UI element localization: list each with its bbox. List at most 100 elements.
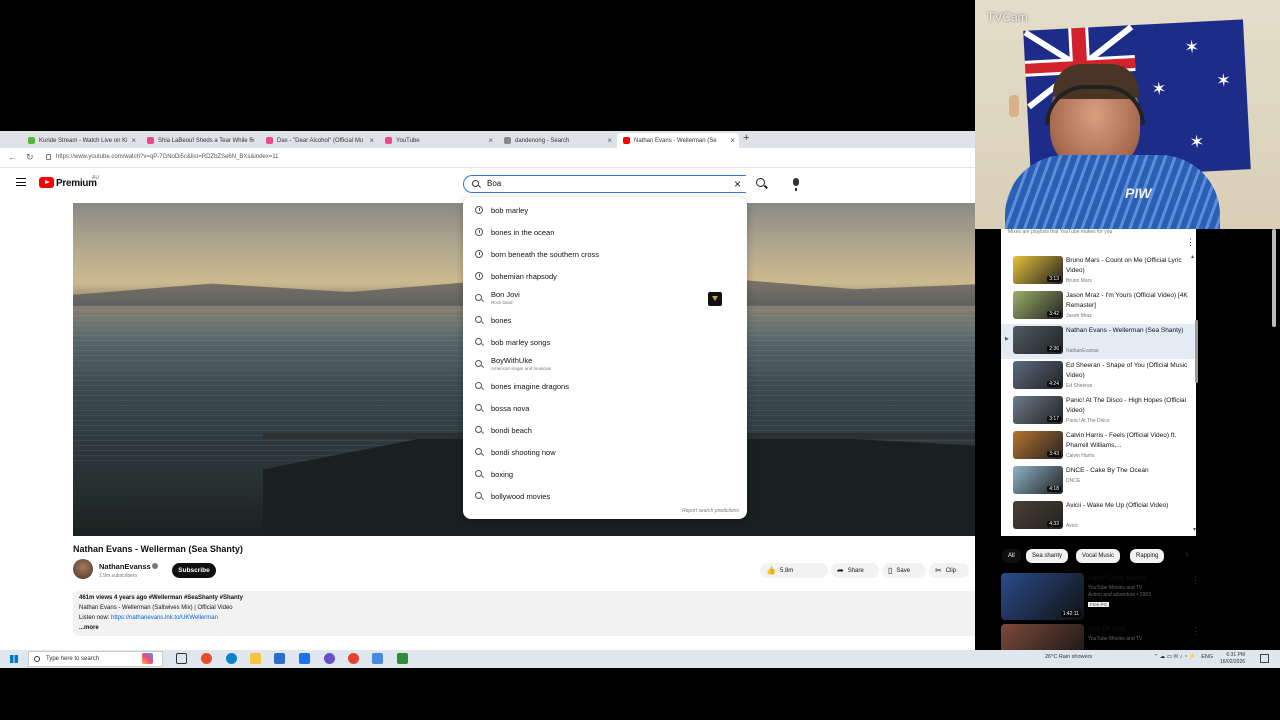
video-description[interactable]: 461m views 4 years ago #Wellerman #SeaSh… xyxy=(73,591,975,636)
listen-link[interactable]: https://nathanevans.lnk.to/UKWellerman xyxy=(111,615,218,621)
notifications-icon[interactable] xyxy=(1260,654,1269,663)
suggestion-item[interactable]: BoyWithUke American singer and musician xyxy=(463,354,747,374)
search-input[interactable]: Boa × xyxy=(463,175,746,193)
suggestion-item[interactable]: bollywood movies xyxy=(463,486,747,506)
playlist-scrollbar[interactable] xyxy=(1195,320,1198,383)
suggestion-item[interactable]: bondi shooting now xyxy=(463,442,747,462)
close-tab-icon[interactable]: × xyxy=(488,136,493,145)
playlist-item-title[interactable]: Jason Mraz - I'm Yours (Official Video) … xyxy=(1066,291,1191,311)
suggestion-item[interactable]: Bon Jovi Rock band xyxy=(463,288,747,308)
tab-youtube[interactable]: YouTube × xyxy=(379,133,497,148)
chip-sea-shanty[interactable]: Sea shanty xyxy=(1026,549,1069,563)
clock[interactable]: 6:31 PM 16/02/2026 xyxy=(1220,652,1245,666)
suggestion-item[interactable]: boxing xyxy=(463,464,747,484)
subscribe-button[interactable]: Subscribe xyxy=(172,563,216,578)
playlist-thumbnail[interactable]: 3:13 xyxy=(1013,256,1063,284)
youtube-premium-logo[interactable]: Premium xyxy=(56,178,97,189)
chip-rapping[interactable]: Rapping xyxy=(1130,549,1165,563)
tab-shia[interactable]: Shia LaBeouf Sheds a Tear While F × xyxy=(141,133,259,148)
more-options-icon[interactable]: ⋮ xyxy=(1191,575,1200,586)
windows-start-icon[interactable] xyxy=(10,655,18,663)
playlist-thumbnail[interactable]: 2:36 xyxy=(1013,326,1063,354)
playlist-thumbnail[interactable]: 4:33 xyxy=(1013,501,1063,529)
suggestion-item[interactable]: bones imagine dragons xyxy=(463,376,747,396)
clip-button[interactable]: ✂ Clip xyxy=(929,563,969,578)
playlist-item[interactable]: 4:33 Avicii - Wake Me Up (Official Video)… xyxy=(1001,499,1196,534)
playlist-thumbnail[interactable]: 3:43 xyxy=(1013,431,1063,459)
playlist-item-title[interactable]: Avicii - Wake Me Up (Official Video) xyxy=(1066,501,1191,511)
movie-title[interactable]: Agent Cody Banks xyxy=(1088,575,1146,582)
search-input-value[interactable]: Boa xyxy=(487,179,501,188)
outlook-icon[interactable] xyxy=(299,653,310,664)
share-button[interactable]: ➦ Share xyxy=(831,563,879,578)
lock-icon[interactable] xyxy=(46,154,51,160)
playlist-item-title[interactable]: Panic! At The Disco - High Hopes (Offici… xyxy=(1066,396,1191,416)
suggestion-item[interactable]: bob marley songs xyxy=(463,332,747,352)
tab-wellerman[interactable]: Nathan Evans - Wellerman (Se × xyxy=(617,133,739,148)
tab-dax[interactable]: Dax - "Dear Alcohol" (Official Mu × xyxy=(260,133,378,148)
store-icon[interactable] xyxy=(274,653,285,664)
playlist-thumbnail[interactable]: 3:42 xyxy=(1013,291,1063,319)
channel-avatar[interactable] xyxy=(73,559,93,579)
file-explorer-icon[interactable] xyxy=(250,653,261,664)
tray-icons[interactable]: ⌃ ☁ ▭ ✉ ♪ ◔ ⚡ xyxy=(1154,654,1196,660)
playlist-item[interactable]: 4:24 Ed Sheeran - Shape of You (Official … xyxy=(1001,359,1196,394)
tab-dandenong-search[interactable]: dandenong - Search × xyxy=(498,133,616,148)
language-indicator[interactable]: ENG xyxy=(1201,654,1213,660)
suggestion-item[interactable]: bossa nova xyxy=(463,398,747,418)
playlist-item-title[interactable]: DNCE - Cake By The Ocean xyxy=(1066,466,1191,476)
suggestion-item[interactable]: born beneath the southern cross xyxy=(463,244,747,264)
chevron-right-icon[interactable]: › xyxy=(1185,549,1188,560)
close-tab-icon[interactable]: × xyxy=(607,136,612,145)
menu-icon[interactable] xyxy=(16,178,26,186)
copilot-icon[interactable] xyxy=(142,653,153,664)
chrome-app-icon[interactable] xyxy=(201,653,212,664)
playlist-item[interactable]: 3:43 Calvin Harris - Feels (Official Vide… xyxy=(1001,429,1196,464)
movie-thumbnail[interactable] xyxy=(1001,624,1084,650)
playlist-item[interactable]: 3:13 Bruno Mars - Count on Me (Official L… xyxy=(1001,254,1196,289)
playlist-thumbnail[interactable]: 3:17 xyxy=(1013,396,1063,424)
close-tab-icon[interactable]: × xyxy=(250,136,255,145)
clear-search-icon[interactable]: × xyxy=(734,177,741,191)
scroll-down-icon[interactable]: ▾ xyxy=(1193,526,1196,533)
playlist-thumbnail[interactable]: 4:18 xyxy=(1013,466,1063,494)
suggestion-item[interactable]: bones in the ocean xyxy=(463,222,747,242)
playlist-item-title[interactable]: Bruno Mars - Count on Me (Official Lyric… xyxy=(1066,256,1191,276)
report-predictions-link[interactable]: Report search predictions xyxy=(682,508,739,514)
task-view-icon[interactable] xyxy=(176,653,187,664)
save-button[interactable]: ▯ Save xyxy=(882,563,926,578)
movie-item[interactable]: Son Of God YouTube Movies and TV ⋮ xyxy=(1001,624,1201,650)
suggestion-item[interactable]: bondi beach xyxy=(463,420,747,440)
url-field[interactable]: https://www.youtube.com/watch?v=qP-7GNoD… xyxy=(56,154,279,160)
reload-icon[interactable]: ↻ xyxy=(26,152,34,163)
movie-thumbnail[interactable]: 1:42:11 xyxy=(1001,573,1084,620)
close-tab-icon[interactable]: × xyxy=(369,136,374,145)
search-button[interactable] xyxy=(753,175,771,193)
more-options-icon[interactable]: ⋮ xyxy=(1191,626,1200,637)
playlist-item[interactable]: 4:18 DNCE - Cake By The Ocean DNCE xyxy=(1001,464,1196,499)
youtube-logo-icon[interactable] xyxy=(39,177,54,188)
suggestion-item[interactable]: bohemian rhapsody xyxy=(463,266,747,286)
obs-icon[interactable] xyxy=(397,653,408,664)
app-icon[interactable] xyxy=(372,653,383,664)
app-icon[interactable] xyxy=(324,653,335,664)
back-icon[interactable]: ← xyxy=(8,152,17,162)
page-scrollbar[interactable] xyxy=(1272,229,1276,327)
weather-text[interactable]: 26°C Rain showers xyxy=(1045,654,1092,660)
more-options-icon[interactable]: ⋮ xyxy=(1186,237,1195,248)
playlist-item-title[interactable]: Calvin Harris - Feels (Official Video) f… xyxy=(1066,431,1191,451)
like-button[interactable]: 👍 5.8m xyxy=(760,563,828,578)
playlist-item-title[interactable]: Ed Sheeran - Shape of You (Official Musi… xyxy=(1066,361,1191,381)
suggestion-item[interactable]: bones xyxy=(463,310,747,330)
show-more-link[interactable]: ...more xyxy=(79,625,99,631)
voice-search-button[interactable] xyxy=(789,176,803,192)
playlist-item[interactable]: 3:17 Panic! At The Disco - High Hopes (Of… xyxy=(1001,394,1196,429)
playlist-item-title[interactable]: Nathan Evans - Wellerman (Sea Shanty) xyxy=(1066,326,1191,336)
playlist-item[interactable]: 3:42 Jason Mraz - I'm Yours (Official Vid… xyxy=(1001,289,1196,324)
edge-icon[interactable] xyxy=(226,653,237,664)
movie-item[interactable]: 1:42:11 Agent Cody Banks YouTube Movies … xyxy=(1001,573,1201,623)
channel-name[interactable]: NathanEvanss xyxy=(99,562,151,571)
chrome-icon[interactable] xyxy=(348,653,359,664)
suggestion-item[interactable]: bob marley xyxy=(463,200,747,220)
playlist-thumbnail[interactable]: 4:24 xyxy=(1013,361,1063,389)
